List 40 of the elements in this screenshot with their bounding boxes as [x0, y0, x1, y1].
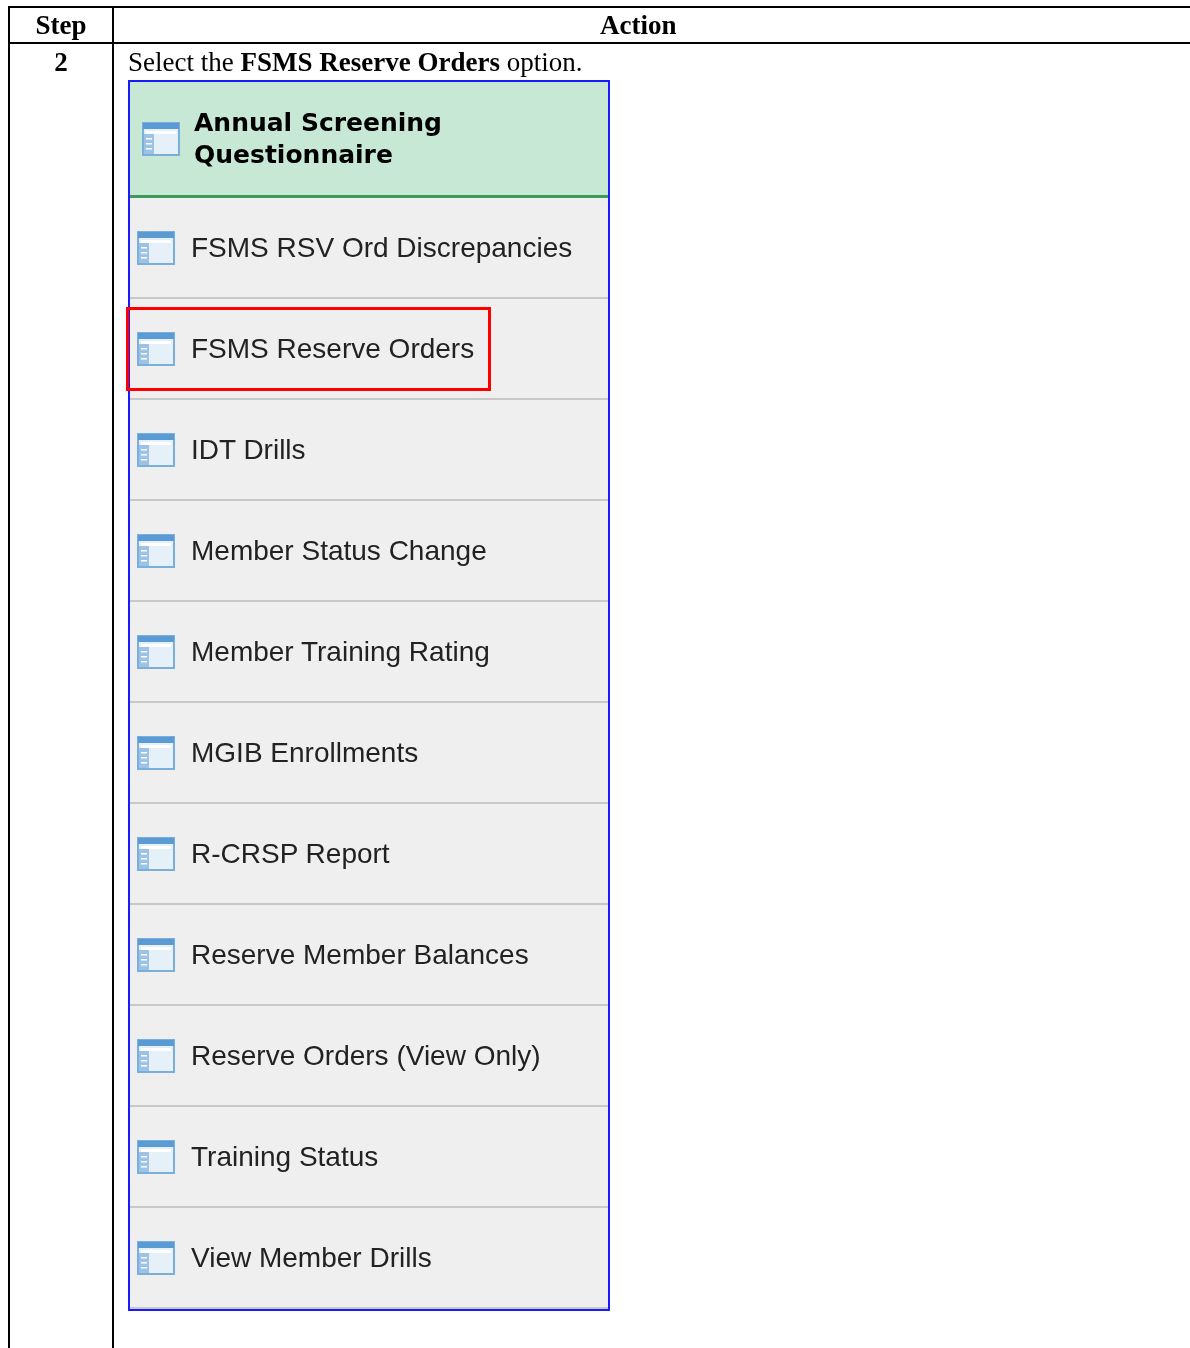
page-icon: [137, 1038, 175, 1073]
menu-item[interactable]: Member Training Rating: [130, 602, 608, 703]
page-icon: [137, 432, 175, 467]
menu-item[interactable]: FSMS Reserve Orders: [130, 299, 608, 400]
menu-item[interactable]: Reserve Orders (View Only): [130, 1006, 608, 1107]
page-icon: [137, 230, 175, 265]
page-icon: [137, 735, 175, 770]
column-header: Step: [10, 8, 114, 44]
instruction-text: Select the FSMS Reserve Orders option.: [128, 46, 584, 79]
menu-item-label: MGIB Enrollments: [191, 736, 419, 769]
menu-item[interactable]: FSMS RSV Ord Discrepancies: [130, 198, 608, 299]
menu-item-label: Reserve Orders (View Only): [191, 1039, 541, 1072]
page-icon: [137, 937, 175, 972]
menu-item-label: FSMS Reserve Orders: [191, 332, 475, 365]
menu-item[interactable]: R-CRSP Report: [130, 804, 608, 905]
step-number: 2: [54, 47, 68, 77]
page-icon: [137, 836, 175, 871]
page-icon: [142, 121, 180, 156]
menu-header[interactable]: Annual Screening Questionnaire: [130, 82, 608, 198]
menu-item-label: View Member Drills: [191, 1241, 432, 1274]
menu-item[interactable]: IDT Drills: [130, 400, 608, 501]
menu-item-label: Training Status: [191, 1140, 379, 1173]
page-icon: [137, 1139, 175, 1174]
page-icon: [137, 533, 175, 568]
menu-item[interactable]: Member Status Change: [130, 501, 608, 602]
menu-item-label: Reserve Member Balances: [191, 938, 529, 971]
menu-item-label: FSMS RSV Ord Discrepancies: [191, 231, 573, 264]
menu-item[interactable]: MGIB Enrollments: [130, 703, 608, 804]
page-icon: [137, 331, 175, 366]
menu-item[interactable]: Reserve Member Balances: [130, 905, 608, 1006]
menu-header-label: Annual Screening Questionnaire: [194, 106, 443, 171]
menu-item[interactable]: Training Status: [130, 1107, 608, 1208]
page-icon: [137, 1240, 175, 1275]
menu-item-label: R-CRSP Report: [191, 837, 390, 870]
column-header: Action: [114, 8, 1190, 44]
menu-item-label: Member Training Rating: [191, 635, 490, 668]
menu-item-label: Member Status Change: [191, 534, 487, 567]
menu-item-label: IDT Drills: [191, 433, 306, 466]
menu-item[interactable]: View Member Drills: [130, 1208, 608, 1309]
page-icon: [137, 634, 175, 669]
